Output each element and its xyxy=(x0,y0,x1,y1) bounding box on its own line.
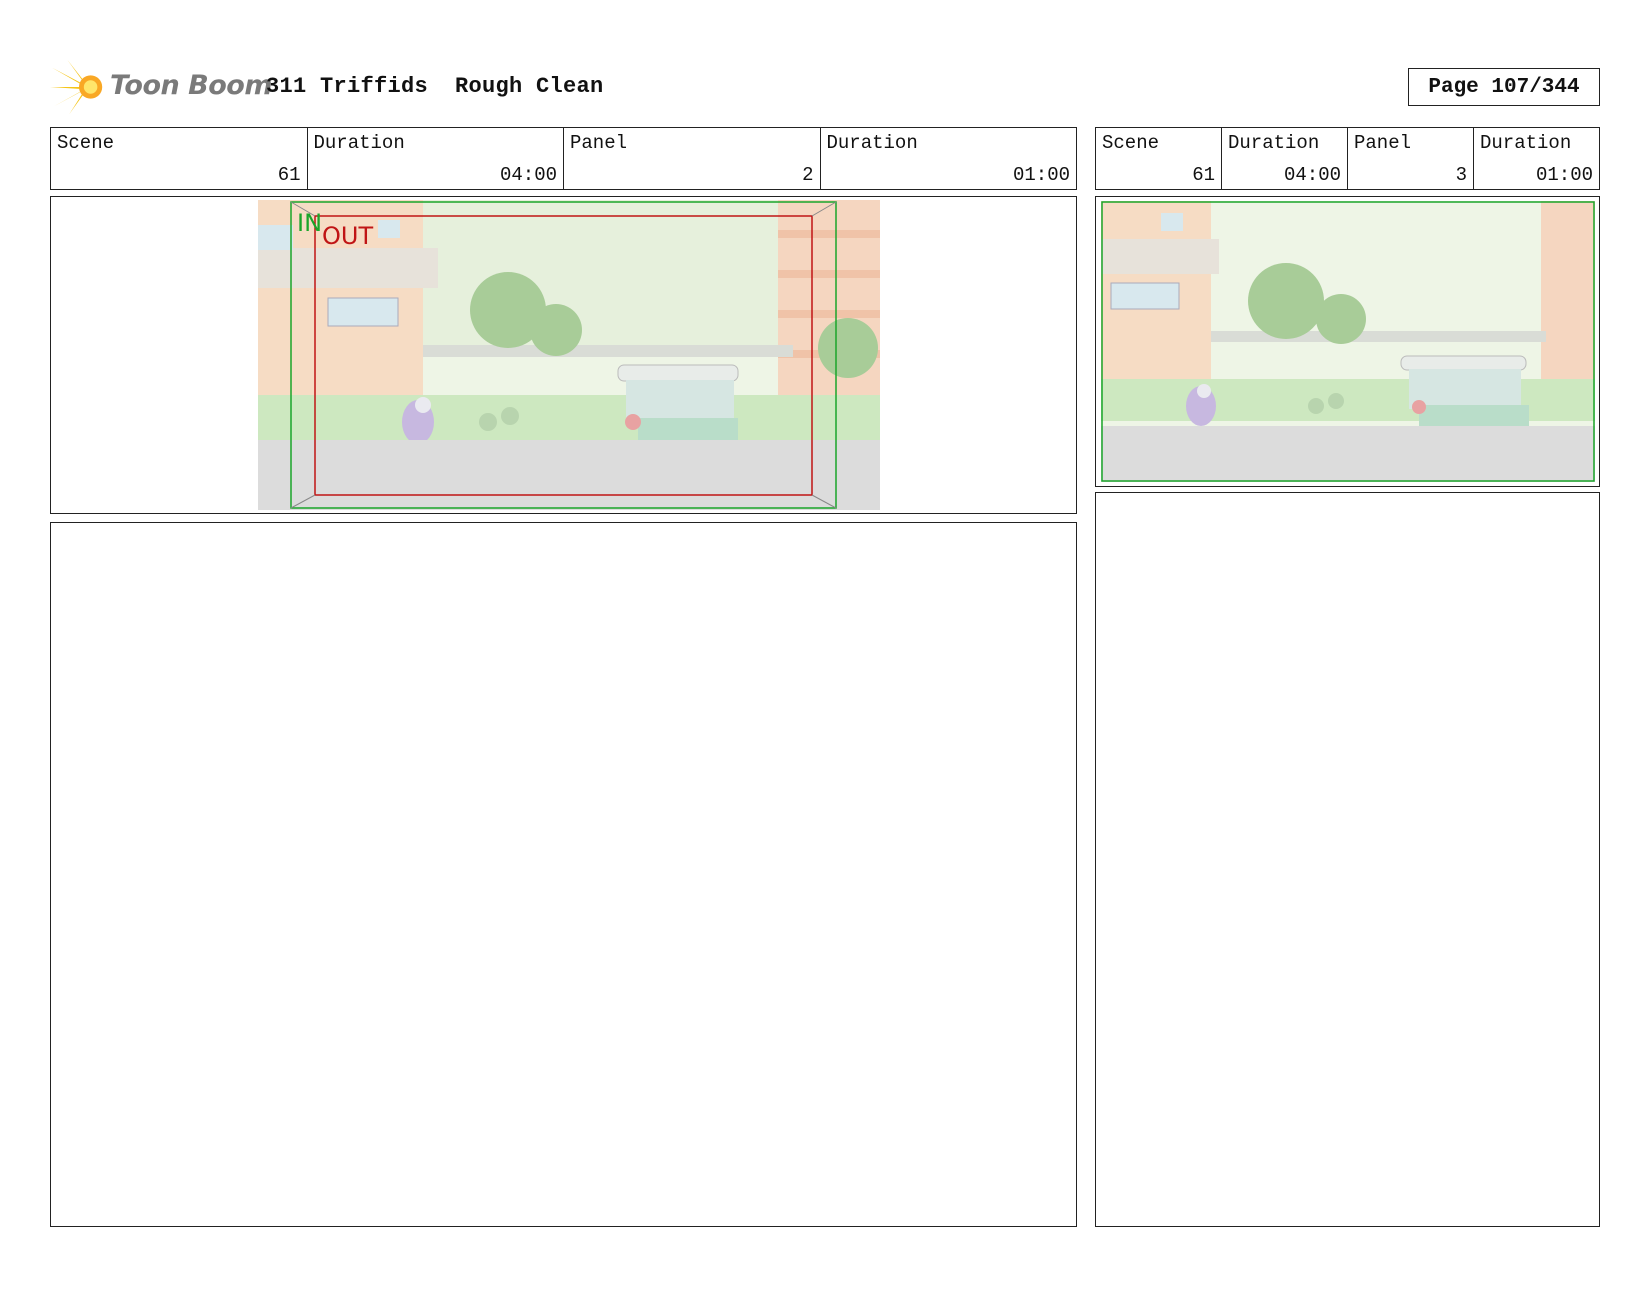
scene-duration-cell: Duration 04:00 xyxy=(306,128,564,189)
duration-label: Duration xyxy=(313,132,405,154)
duration-value: 04:00 xyxy=(499,164,557,186)
panel-cell: Panel 2 xyxy=(563,128,820,189)
duration-value: 04:00 xyxy=(1283,164,1341,186)
panel-duration-label: Duration xyxy=(826,132,918,154)
right-panel-info-bar: Scene 61 Duration 04:00 Panel 3 Duration… xyxy=(1095,127,1600,190)
panel-cell: Panel 3 xyxy=(1347,128,1473,189)
logo-text: Toon Boom xyxy=(110,70,272,101)
panel-duration-value: 01:00 xyxy=(1535,164,1593,186)
camera-out-label: OUT xyxy=(322,222,374,250)
panel-label: Panel xyxy=(570,132,628,154)
left-panel-notes-area xyxy=(50,522,1077,1227)
right-panel-drawing xyxy=(1101,201,1595,482)
scene-label: Scene xyxy=(57,132,115,154)
scene-duration-cell: Duration 04:00 xyxy=(1221,128,1347,189)
page-indicator: Page 107/344 xyxy=(1408,68,1600,106)
panel-duration-cell: Duration 01:00 xyxy=(1473,128,1599,189)
panel-duration-label: Duration xyxy=(1480,132,1572,154)
scene-cell: Scene 61 xyxy=(1096,128,1221,189)
scene-value: 61 xyxy=(277,164,301,186)
toon-boom-logo-icon xyxy=(50,59,103,115)
scene-value: 61 xyxy=(1192,164,1215,186)
camera-in-label: IN xyxy=(297,209,323,237)
panel-duration-cell: Duration 01:00 xyxy=(819,128,1077,189)
duration-label: Duration xyxy=(1228,132,1320,154)
panel-value: 3 xyxy=(1455,164,1467,186)
left-panel-info-bar: Scene 61 Duration 04:00 Panel 2 Duration… xyxy=(50,127,1077,190)
panel-duration-value: 01:00 xyxy=(1012,164,1070,186)
storyboard-title: 311 Triffids Rough Clean xyxy=(266,74,604,99)
right-panel-notes-area xyxy=(1095,492,1600,1227)
panel-value: 2 xyxy=(802,164,814,186)
panel-label: Panel xyxy=(1354,132,1412,154)
scene-label: Scene xyxy=(1102,132,1160,154)
scene-cell: Scene 61 xyxy=(51,128,307,189)
